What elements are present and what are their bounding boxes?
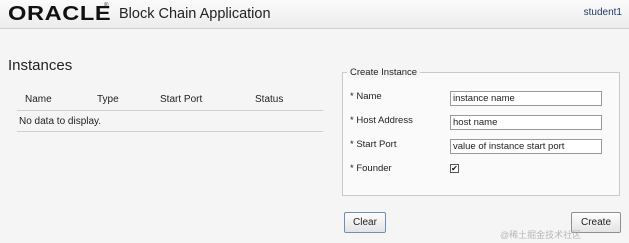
host-address-label: * Host Address [350,115,413,126]
column-header-start-port[interactable]: Start Port [160,94,202,105]
watermark: @稀土掘金技术社区 [500,230,582,240]
create-instance-form: Create Instance * Name * Host Address * … [342,67,620,196]
empty-message: No data to display. [19,116,102,127]
instances-table: Name Type Start Port Status No data to d… [17,91,323,132]
clear-button[interactable]: Clear [344,212,386,233]
column-header-type[interactable]: Type [97,94,119,105]
oracle-logo: ORACLE [8,3,112,25]
table-header: Name Type Start Port Status [17,91,323,111]
founder-checkbox[interactable]: ✔ [450,164,459,173]
registered-mark: ® [104,3,109,9]
start-port-input[interactable] [450,139,602,154]
app-title: Block Chain Application [119,6,271,22]
column-header-status[interactable]: Status [255,94,283,105]
name-input[interactable] [450,91,602,106]
app-header: ORACLE ® Block Chain Application student… [0,0,629,29]
instances-title: Instances [8,57,73,74]
form-legend: Create Instance [347,67,421,78]
name-label: * Name [350,91,382,102]
founder-label: * Founder [350,163,392,174]
host-address-input[interactable] [450,115,602,130]
user-menu[interactable]: student1 [584,7,622,18]
column-header-name[interactable]: Name [25,94,52,105]
start-port-label: * Start Port [350,139,397,150]
table-row: No data to display. [17,111,323,132]
